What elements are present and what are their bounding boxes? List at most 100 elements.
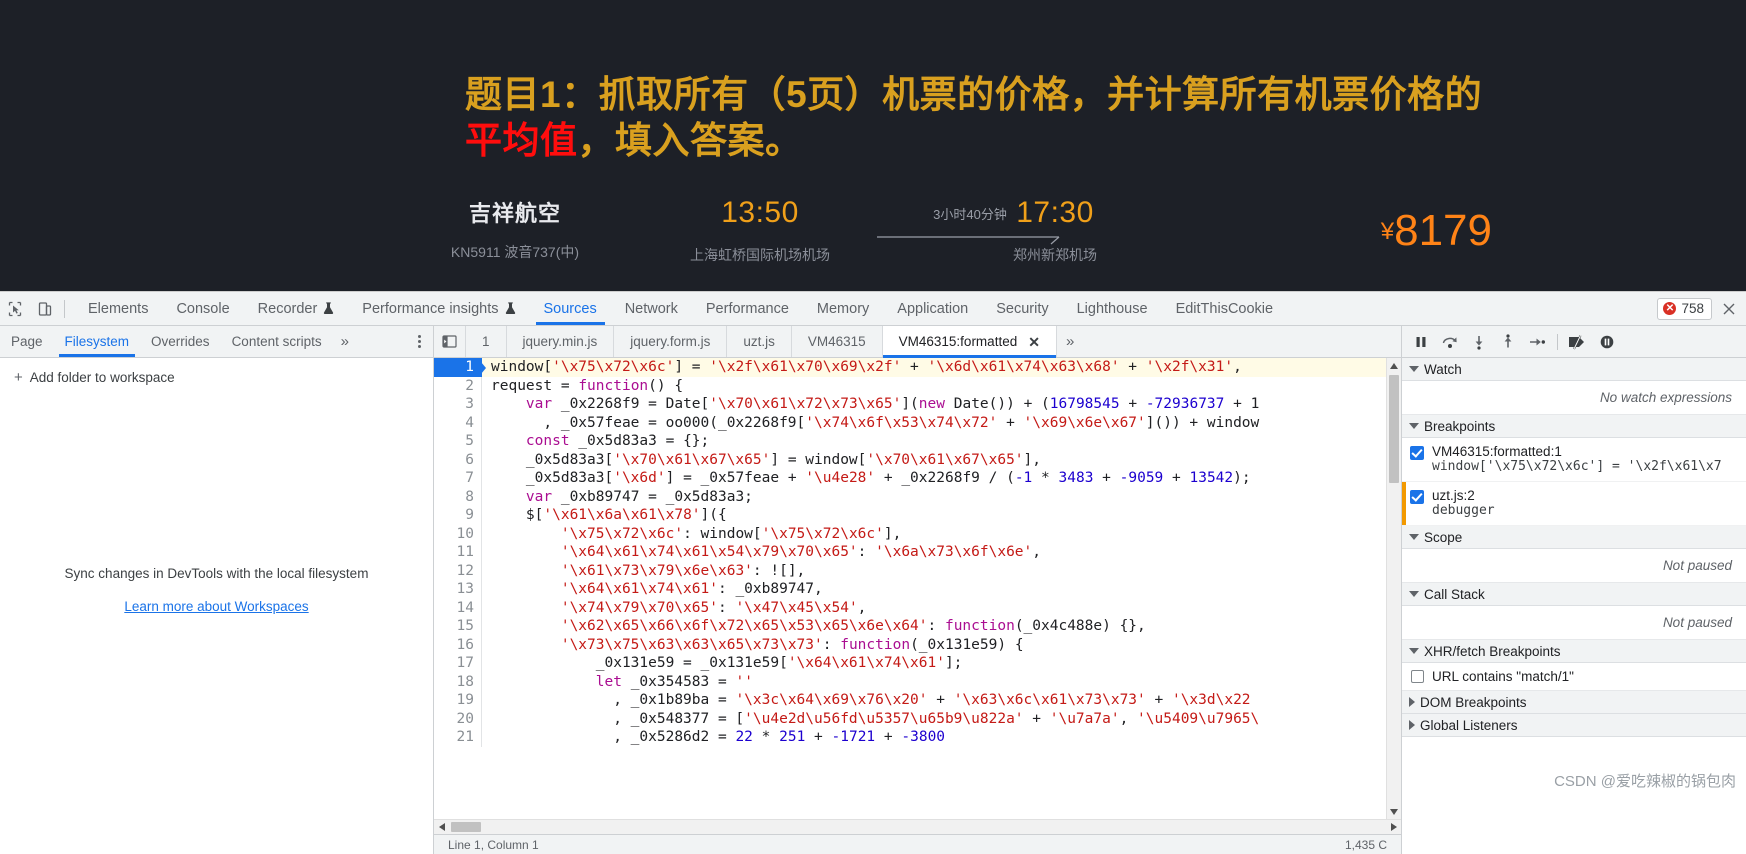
file-tab-uzt-js[interactable]: uzt.js xyxy=(727,326,792,357)
code-line[interactable]: 10 '\x75\x72\x6c': window['\x75\x72\x6c'… xyxy=(434,524,1386,544)
code-line[interactable]: 18 let _0x354583 = '' xyxy=(434,672,1386,692)
code-line[interactable]: 21 , _0x5286d2 = 22 * 251 + -1721 + -380… xyxy=(434,728,1386,747)
tab-lighthouse[interactable]: Lighthouse xyxy=(1063,292,1162,325)
breakpoint-checkbox[interactable] xyxy=(1410,446,1424,460)
section-header-dom-breakpoints[interactable]: DOM Breakpoints xyxy=(1402,691,1746,714)
subtab-page[interactable]: Page xyxy=(0,326,54,357)
code-text[interactable]: '\x64\x61\x74\x61': _0xb89747, xyxy=(482,580,823,599)
tab-security[interactable]: Security xyxy=(982,292,1062,325)
code-vertical-scrollbar[interactable] xyxy=(1386,358,1401,819)
code-text[interactable]: '\x64\x61\x74\x61\x54\x79\x70\x65': '\x6… xyxy=(482,543,1041,562)
scroll-down-icon[interactable] xyxy=(1387,804,1401,819)
step-over-button[interactable] xyxy=(1437,330,1463,354)
code-text[interactable]: '\x75\x72\x6c': window['\x75\x72\x6c'], xyxy=(482,525,901,544)
scroll-left-icon[interactable] xyxy=(434,820,449,834)
error-count-badge[interactable]: ✕ 758 xyxy=(1657,297,1712,320)
pause-script-button[interactable] xyxy=(1408,330,1434,354)
code-text[interactable]: $['\x61\x6a\x61\x78']({ xyxy=(482,506,727,525)
file-tab-jquery-min-js[interactable]: jquery.min.js xyxy=(507,326,615,357)
scrollbar-thumb[interactable] xyxy=(1389,375,1399,483)
step-into-button[interactable] xyxy=(1466,330,1492,354)
code-line[interactable]: 7 _0x5d83a3['\x6d'] = _0x57feae + '\u4e2… xyxy=(434,469,1386,488)
line-number[interactable]: 6 xyxy=(434,450,482,469)
file-tab-vm46315[interactable]: VM46315 xyxy=(792,326,883,357)
tab-performance-insights[interactable]: Performance insights xyxy=(348,292,529,325)
scrollbar-thumb[interactable] xyxy=(451,822,481,832)
code-line[interactable]: 1 window['\x75\x72\x6c'] = '\x2f\x61\x70\… xyxy=(434,358,1386,377)
breakpoint-checkbox[interactable] xyxy=(1410,490,1424,504)
tab-performance[interactable]: Performance xyxy=(692,292,803,325)
line-number[interactable]: 1 xyxy=(434,358,486,377)
step-out-button[interactable] xyxy=(1495,330,1521,354)
line-number[interactable]: 21 xyxy=(434,728,482,747)
line-number[interactable]: 18 xyxy=(434,672,482,691)
pause-on-exceptions-button[interactable] xyxy=(1594,330,1620,354)
code-line[interactable]: 15 '\x62\x65\x66\x6f\x72\x65\x53\x65\x6e… xyxy=(434,617,1386,636)
line-number[interactable]: 4 xyxy=(434,413,482,432)
code-text[interactable]: '\x73\x75\x63\x63\x65\x73\x73': function… xyxy=(482,636,1024,655)
section-header-breakpoints[interactable]: Breakpoints xyxy=(1402,415,1746,438)
close-tab-icon[interactable]: ✕ xyxy=(1028,335,1040,349)
code-text[interactable]: const _0x5d83a3 = {}; xyxy=(482,432,709,451)
code-text[interactable]: _0x131e59 = _0x131e59['\x64\x61\x74\x61'… xyxy=(482,654,963,673)
code-text[interactable]: '\x61\x73\x79\x6e\x63': ![], xyxy=(482,562,805,581)
code-text[interactable]: window['\x75\x72\x6c'] = '\x2f\x61\x70\x… xyxy=(482,358,1242,377)
device-toolbar-icon[interactable] xyxy=(30,292,60,325)
code-text[interactable]: var _0x2268f9 = Date['\x70\x61\x72\x73\x… xyxy=(482,395,1259,414)
code-line[interactable]: 20 , _0x548377 = ['\u4e2d\u56fd\u5357\u6… xyxy=(434,709,1386,729)
code-line[interactable]: 13 '\x64\x61\x74\x61': _0xb89747, xyxy=(434,580,1386,599)
step-button[interactable] xyxy=(1524,330,1550,354)
code-line[interactable]: 9 $['\x61\x6a\x61\x78']({ xyxy=(434,506,1386,525)
add-folder-to-workspace-button[interactable]: + Add folder to workspace xyxy=(0,358,433,386)
line-number[interactable]: 12 xyxy=(434,561,482,580)
line-number[interactable]: 13 xyxy=(434,580,482,599)
subtab-overrides[interactable]: Overrides xyxy=(140,326,221,357)
code-text[interactable]: , _0x548377 = ['\u4e2d\u56fd\u5357\u65b9… xyxy=(482,710,1259,729)
breakpoint-item[interactable]: VM46315:formatted:1 window['\x75\x72\x6c… xyxy=(1402,438,1746,482)
line-number[interactable]: 2 xyxy=(434,376,482,395)
line-number[interactable]: 14 xyxy=(434,598,482,617)
code-line[interactable]: 14 '\x74\x79\x70\x65': '\x47\x45\x54', xyxy=(434,598,1386,617)
code-editor[interactable]: 1 window['\x75\x72\x6c'] = '\x2f\x61\x70\… xyxy=(434,358,1401,819)
line-number[interactable]: 5 xyxy=(434,432,482,451)
code-line[interactable]: 6 _0x5d83a3['\x70\x61\x67\x65'] = window… xyxy=(434,450,1386,469)
learn-more-workspaces-link[interactable]: Learn more about Workspaces xyxy=(124,599,308,614)
tab-application[interactable]: Application xyxy=(883,292,982,325)
tab-elements[interactable]: Elements xyxy=(74,292,162,325)
line-number[interactable]: 19 xyxy=(434,691,482,710)
section-header-scope[interactable]: Scope xyxy=(1402,526,1746,549)
section-header-global-listeners[interactable]: Global Listeners xyxy=(1402,714,1746,737)
code-text[interactable]: var _0xb89747 = _0x5d83a3; xyxy=(482,488,753,507)
more-subtabs-icon[interactable]: » xyxy=(333,326,357,357)
tab-console[interactable]: Console xyxy=(162,292,243,325)
code-text[interactable]: , _0x57feae = oo000(_0x2268f9['\x74\x6f\… xyxy=(482,414,1259,433)
code-line[interactable]: 4 , _0x57feae = oo000(_0x2268f9['\x74\x6… xyxy=(434,413,1386,433)
code-lines-container[interactable]: 1 window['\x75\x72\x6c'] = '\x2f\x61\x70\… xyxy=(434,358,1386,819)
code-line[interactable]: 12 '\x61\x73\x79\x6e\x63': ![], xyxy=(434,561,1386,581)
code-line[interactable]: 17 _0x131e59 = _0x131e59['\x64\x61\x74\x… xyxy=(434,654,1386,673)
section-header-call-stack[interactable]: Call Stack xyxy=(1402,583,1746,606)
close-devtools-icon[interactable] xyxy=(1718,298,1740,320)
line-number[interactable]: 3 xyxy=(434,395,482,414)
subtab-filesystem[interactable]: Filesystem xyxy=(54,326,141,357)
line-number[interactable]: 7 xyxy=(434,469,482,488)
code-line[interactable]: 8 var _0xb89747 = _0x5d83a3; xyxy=(434,487,1386,507)
line-number[interactable]: 15 xyxy=(434,617,482,636)
navigator-menu-icon[interactable] xyxy=(406,326,433,357)
tab-editthiscookie[interactable]: EditThisCookie xyxy=(1162,292,1288,325)
code-text[interactable]: let _0x354583 = '' xyxy=(482,673,753,692)
line-number[interactable]: 20 xyxy=(434,709,482,728)
tab-network[interactable]: Network xyxy=(611,292,692,325)
scroll-right-icon[interactable] xyxy=(1386,820,1401,834)
code-text[interactable]: , _0x5286d2 = 22 * 251 + -1721 + -3800 xyxy=(482,728,945,747)
section-header-watch[interactable]: Watch xyxy=(1402,358,1746,381)
scroll-up-icon[interactable] xyxy=(1387,358,1401,373)
xhr-breakpoint-checkbox[interactable] xyxy=(1411,670,1424,683)
code-line[interactable]: 11 '\x64\x61\x74\x61\x54\x79\x70\x65': '… xyxy=(434,543,1386,562)
file-tab-vm46315-formatted[interactable]: VM46315:formatted ✕ xyxy=(882,326,1057,358)
xhr-breakpoint-item[interactable]: URL contains "match/1" xyxy=(1402,663,1746,691)
code-text[interactable]: _0x5d83a3['\x6d'] = _0x57feae + '\u4e28'… xyxy=(482,469,1251,488)
deactivate-breakpoints-button[interactable] xyxy=(1565,330,1591,354)
line-number[interactable]: 11 xyxy=(434,543,482,562)
code-text[interactable]: '\x62\x65\x66\x6f\x72\x65\x53\x65\x6e\x6… xyxy=(482,617,1146,636)
